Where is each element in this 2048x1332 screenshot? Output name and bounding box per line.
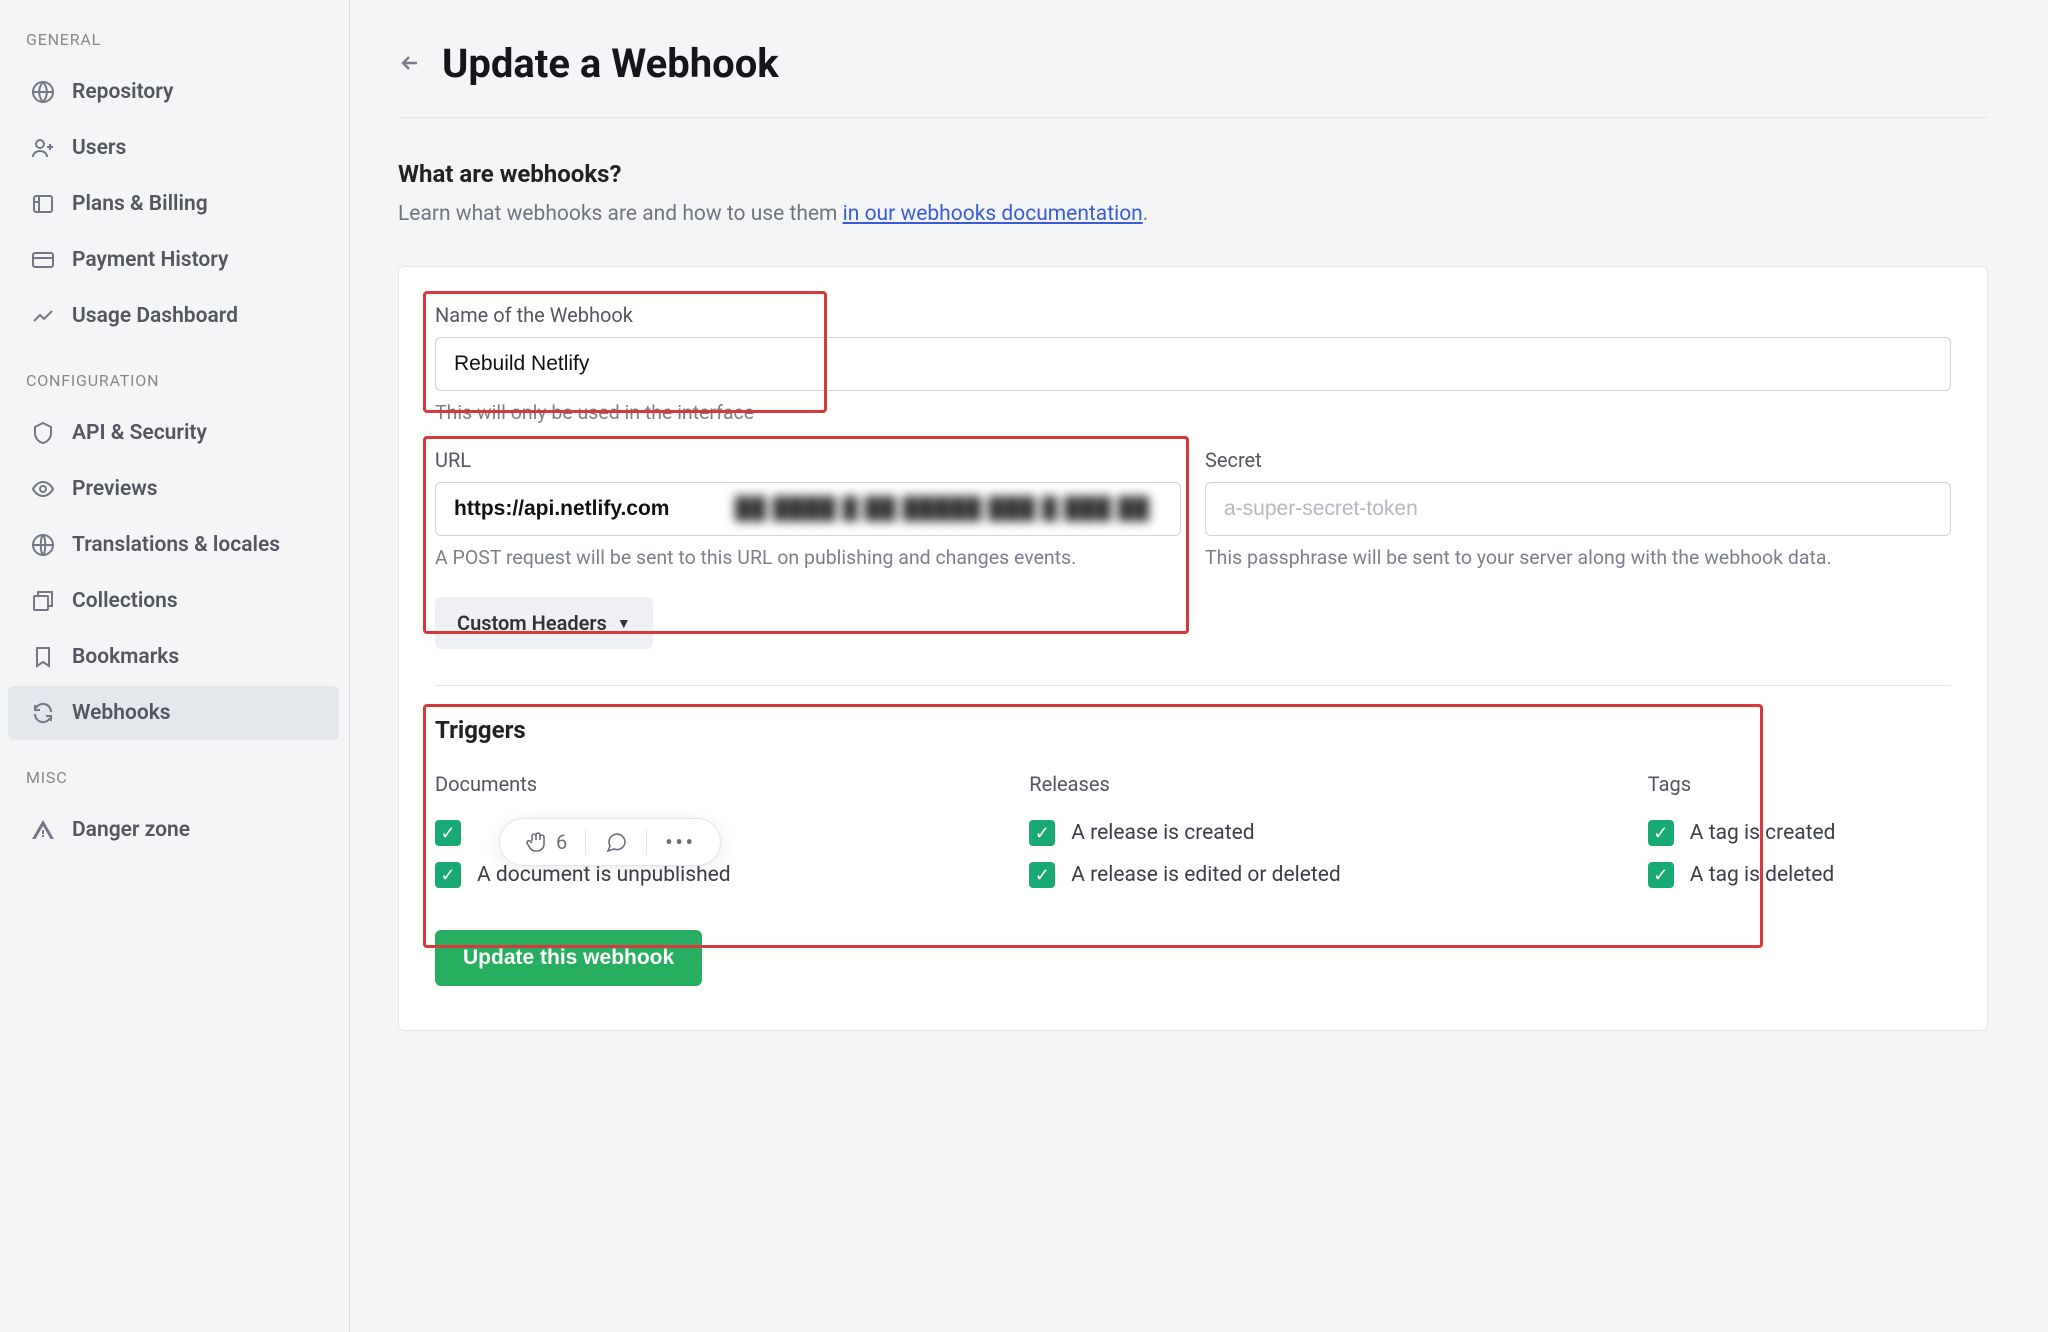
trigger-group-heading: Releases	[1029, 772, 1648, 796]
sidebar-item-label: Bookmarks	[72, 645, 179, 669]
trigger-label: A release is created	[1071, 821, 1254, 845]
sidebar-item-api-security[interactable]: API & Security	[8, 406, 339, 460]
divider	[646, 829, 647, 855]
trigger-group-documents: Documents ✓ 6	[435, 772, 1029, 896]
sidebar-item-label: Usage Dashboard	[72, 304, 238, 328]
checkbox-checked-icon[interactable]: ✓	[1029, 820, 1055, 846]
sidebar-item-label: Translations & locales	[72, 533, 280, 557]
page-header: Update a Webhook	[398, 40, 1988, 118]
documentation-link[interactable]: in our webhooks documentation	[843, 202, 1143, 226]
bookmark-icon	[30, 644, 56, 670]
more-button[interactable]: •••	[665, 830, 696, 854]
sidebar-item-label: Users	[72, 136, 126, 160]
back-arrow-icon[interactable]	[398, 45, 422, 83]
section-label-configuration: CONFIGURATION	[4, 361, 349, 404]
sidebar-item-label: Collections	[72, 589, 178, 613]
url-field-block: URL ██ ████ █ ██ █████ ███ █ ███ ██ A PO…	[435, 448, 1181, 569]
name-input[interactable]	[435, 337, 1951, 391]
custom-headers-label: Custom Headers	[457, 611, 607, 635]
eye-icon	[30, 476, 56, 502]
sidebar-item-payment-history[interactable]: Payment History	[8, 233, 339, 287]
obscured-url-segment: ██ ████ █ ██ █████ ███ █ ███ ██	[735, 497, 1150, 521]
intro-heading: What are webhooks?	[398, 160, 1988, 188]
trigger-label: A tag is deleted	[1690, 863, 1834, 887]
page-title: Update a Webhook	[442, 40, 779, 87]
name-label: Name of the Webhook	[435, 303, 1951, 327]
secret-field-block: Secret This passphrase will be sent to y…	[1205, 448, 1951, 569]
sidebar-item-danger-zone[interactable]: Danger zone	[8, 803, 339, 857]
divider	[435, 685, 1951, 686]
secret-label: Secret	[1205, 448, 1951, 472]
trigger-label: A tag is created	[1690, 821, 1836, 845]
trigger-item: ✓ A tag is created	[1648, 812, 1951, 854]
secret-hint: This passphrase will be sent to your ser…	[1205, 546, 1951, 569]
reaction-toolbar: 6 •••	[499, 818, 721, 866]
sidebar-item-previews[interactable]: Previews	[8, 462, 339, 516]
checkbox-checked-icon[interactable]: ✓	[435, 862, 461, 888]
globe-icon	[30, 532, 56, 558]
warning-icon	[30, 817, 56, 843]
sidebar-item-label: Danger zone	[72, 818, 190, 842]
name-field-block: Name of the Webhook This will only be us…	[435, 303, 1951, 424]
secret-input[interactable]	[1205, 482, 1951, 536]
sidebar-item-label: Previews	[72, 477, 158, 501]
clap-count: 6	[556, 830, 567, 854]
caret-down-icon: ▼	[617, 615, 631, 632]
trigger-group-heading: Tags	[1648, 772, 1951, 796]
sidebar-item-users[interactable]: Users	[8, 121, 339, 175]
sidebar-item-label: Plans & Billing	[72, 192, 208, 216]
checkbox-checked-icon[interactable]: ✓	[1648, 862, 1674, 888]
section-label-general: GENERAL	[4, 20, 349, 63]
sidebar-item-label: Payment History	[72, 248, 228, 272]
intro: What are webhooks? Learn what webhooks a…	[398, 160, 1988, 226]
intro-text: Learn what webhooks are and how to use t…	[398, 202, 1988, 226]
update-webhook-button[interactable]: Update this webhook	[435, 930, 702, 986]
trigger-item: ✓ A release is created	[1029, 812, 1648, 854]
chart-icon	[30, 303, 56, 329]
main-content: Update a Webhook What are webhooks? Lear…	[350, 0, 2048, 1332]
user-plus-icon	[30, 135, 56, 161]
checkbox-checked-icon[interactable]: ✓	[435, 820, 461, 846]
sidebar-item-repository[interactable]: Repository	[8, 65, 339, 119]
plans-icon	[30, 191, 56, 217]
sidebar-item-bookmarks[interactable]: Bookmarks	[8, 630, 339, 684]
sidebar-item-label: Webhooks	[72, 701, 171, 725]
trigger-group-releases: Releases ✓ A release is created ✓ A rele…	[1029, 772, 1648, 896]
trigger-label: A document is unpublished	[477, 863, 731, 887]
sidebar-item-translations[interactable]: Translations & locales	[8, 518, 339, 572]
sidebar-item-label: Repository	[72, 80, 173, 104]
trigger-label: A release is edited or deleted	[1071, 863, 1340, 887]
triggers-block: Triggers Documents ✓ 6	[435, 716, 1951, 896]
section-label-misc: MISC	[4, 758, 349, 801]
triggers-heading: Triggers	[435, 716, 1951, 744]
url-hint: A POST request will be sent to this URL …	[435, 546, 1181, 569]
sidebar-item-label: API & Security	[72, 421, 207, 445]
form-card: Name of the Webhook This will only be us…	[398, 266, 1988, 1031]
trigger-item: ✓ A tag is deleted	[1648, 854, 1951, 896]
sidebar: GENERAL Repository Users Plans & Billing…	[0, 0, 350, 1332]
url-label: URL	[435, 448, 1181, 472]
sidebar-item-collections[interactable]: Collections	[8, 574, 339, 628]
sidebar-item-usage-dashboard[interactable]: Usage Dashboard	[8, 289, 339, 343]
trigger-group-tags: Tags ✓ A tag is created ✓ A tag is delet…	[1648, 772, 1951, 896]
custom-headers-dropdown[interactable]: Custom Headers ▼	[435, 597, 653, 649]
card-icon	[30, 247, 56, 273]
sidebar-item-plans-billing[interactable]: Plans & Billing	[8, 177, 339, 231]
sidebar-item-webhooks[interactable]: Webhooks	[8, 686, 339, 740]
trigger-item: ✓ A release is edited or deleted	[1029, 854, 1648, 896]
clap-button[interactable]: 6	[524, 830, 567, 854]
comment-button[interactable]	[604, 830, 628, 854]
collections-icon	[30, 588, 56, 614]
shield-icon	[30, 420, 56, 446]
globe-icon	[30, 79, 56, 105]
refresh-icon	[30, 700, 56, 726]
checkbox-checked-icon[interactable]: ✓	[1648, 820, 1674, 846]
name-hint: This will only be used in the interface	[435, 401, 1951, 424]
divider	[585, 829, 586, 855]
trigger-group-heading: Documents	[435, 772, 1029, 796]
checkbox-checked-icon[interactable]: ✓	[1029, 862, 1055, 888]
